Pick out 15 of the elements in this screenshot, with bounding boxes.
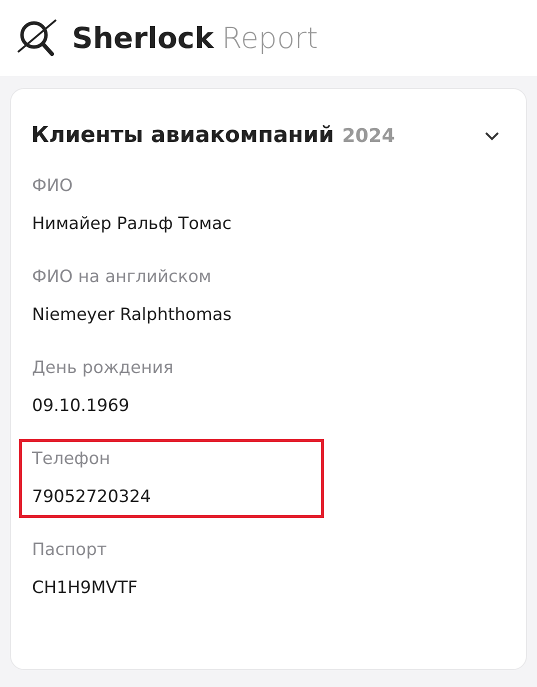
- brand-name: Sherlock: [72, 24, 214, 52]
- field-label: ФИО на английском: [32, 266, 212, 289]
- field-label: Паспорт: [32, 539, 108, 562]
- field-label: День рождения: [32, 357, 174, 380]
- card-year: 2024: [342, 124, 395, 149]
- field-value: 79052720324: [32, 486, 152, 508]
- field-label: ФИО: [32, 175, 74, 198]
- field-label: Телефон: [32, 448, 112, 471]
- card-title: Клиенты авиакомпаний: [31, 122, 334, 150]
- chevron-icon: [484, 130, 500, 140]
- field-value: Niemeyer Ralphthomas: [32, 304, 233, 326]
- field-value: 09.10.1969: [32, 394, 130, 418]
- field-value: CH1H9MVTF: [32, 576, 139, 600]
- brand-subtitle: Report: [222, 24, 318, 52]
- field-value: Нимайер Ральф Томас: [32, 212, 233, 236]
